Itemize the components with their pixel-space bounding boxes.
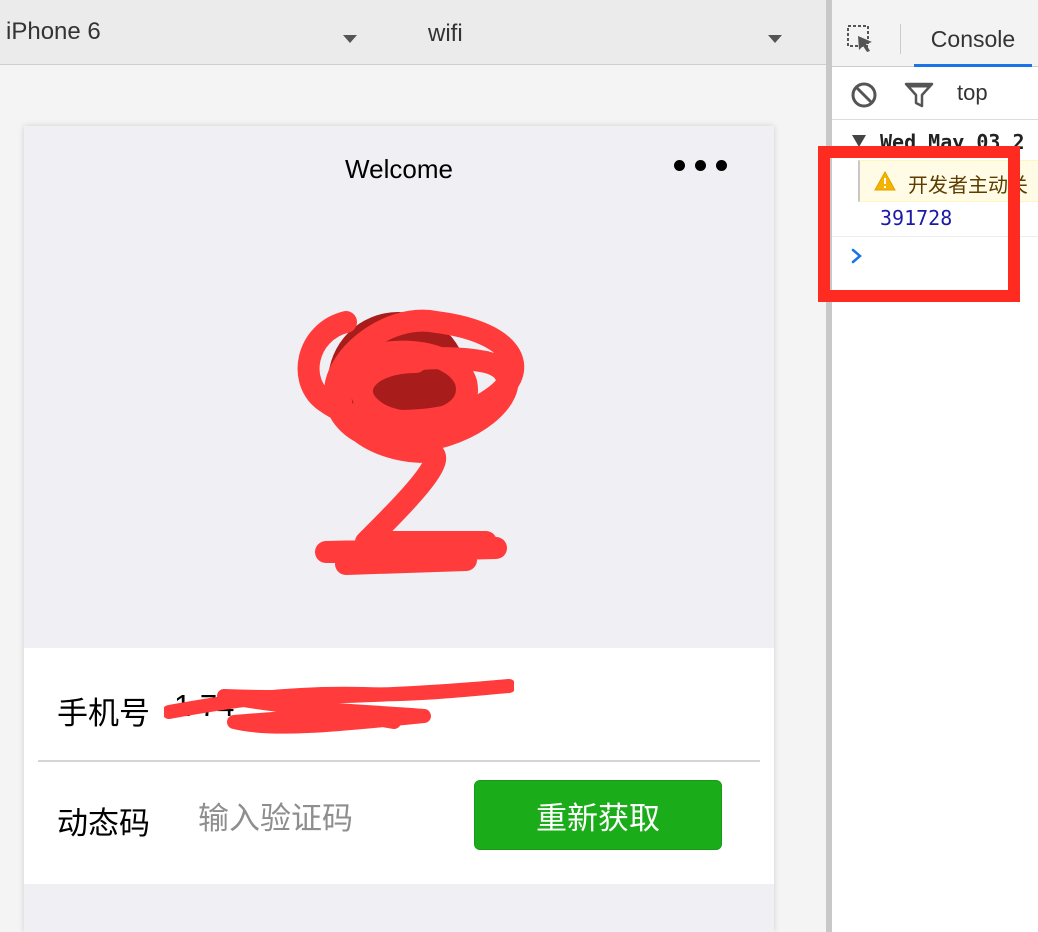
devtools-tabbar: Console <box>832 0 1038 67</box>
group-timestamp: Wed May 03 2 <box>880 130 1025 154</box>
console-group-header[interactable]: Wed May 03 2 <box>832 124 1038 158</box>
filter-icon[interactable] <box>904 81 934 109</box>
network-select[interactable]: wifi <box>428 20 463 48</box>
code-row: 动态码 重新获取 <box>24 762 774 874</box>
dot <box>674 160 685 171</box>
inspect-element-icon[interactable] <box>846 24 876 54</box>
console-warning-row: 开发者主动关 <box>858 160 1038 202</box>
code-label: 动态码 <box>57 806 150 841</box>
chevron-right-icon <box>851 248 862 264</box>
redaction-scribble <box>297 309 525 575</box>
expand-triangle-icon[interactable] <box>852 135 866 147</box>
page-title: Welcome <box>345 154 453 184</box>
phone-row: 手机号 1 74 <box>24 648 774 760</box>
divider <box>900 24 901 54</box>
dot <box>716 160 727 171</box>
tab-console[interactable]: Console <box>914 14 1032 67</box>
devtools-panel: Console top Wed May 03 2 开发者主动关 391728 <box>832 0 1038 932</box>
console-prompt[interactable] <box>832 238 1038 278</box>
code-input[interactable] <box>196 796 460 842</box>
clear-console-icon[interactable] <box>850 81 878 109</box>
simulator-toolbar: iPhone 6 wifi <box>0 0 826 65</box>
context-select[interactable]: top <box>957 80 988 106</box>
warning-message: 开发者主动关 <box>908 175 1028 197</box>
console-log-row: 391728 <box>832 200 1038 237</box>
warning-icon <box>874 171 896 191</box>
login-form: 手机号 1 74 动态码 重新获取 <box>24 648 774 884</box>
phone-label: 手机号 <box>57 696 150 731</box>
app-window: iPhone 6 wifi Welcome 手机号 1 74 动态码 输入验证码… <box>0 0 1038 932</box>
phone-screen: Welcome 手机号 1 74 动态码 输入验证码 重新获取 <box>24 126 774 932</box>
device-dropdown-caret-icon[interactable] <box>343 35 357 43</box>
ellipsis-icon[interactable] <box>674 160 727 171</box>
network-dropdown-caret-icon[interactable] <box>768 35 782 43</box>
device-select[interactable]: iPhone 6 <box>6 18 101 46</box>
resend-button[interactable]: 重新获取 <box>474 780 722 850</box>
phone-redaction-scribble <box>164 679 514 734</box>
avatar-logo-redacted <box>286 302 542 582</box>
dot <box>695 160 706 171</box>
console-toolbar: top <box>832 67 1038 120</box>
log-value: 391728 <box>880 206 953 230</box>
